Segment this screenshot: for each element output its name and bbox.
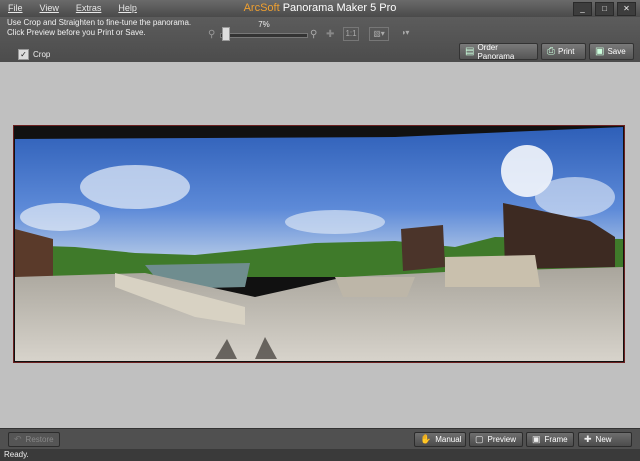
app-name: Panorama Maker 5 Pro bbox=[279, 2, 397, 14]
hand-icon: ✋ bbox=[420, 434, 432, 444]
maximize-button[interactable]: □ bbox=[595, 2, 614, 16]
print-label: Print bbox=[558, 47, 575, 56]
restore-label: Restore bbox=[25, 435, 54, 444]
order-icon: ▤ bbox=[465, 46, 475, 57]
cloud bbox=[80, 165, 190, 209]
crop-label: Crop bbox=[33, 50, 51, 59]
printer-icon: ⎙ bbox=[547, 46, 555, 57]
cloud bbox=[285, 210, 385, 234]
new-label: New bbox=[595, 435, 612, 444]
window-controls: _ □ ✕ bbox=[573, 2, 636, 16]
zoom-in-icon[interactable]: ⚲ bbox=[310, 29, 317, 40]
print-button[interactable]: ⎙ Print bbox=[541, 43, 586, 60]
cloud bbox=[535, 177, 615, 217]
brightness-icon[interactable]: ◑▾ bbox=[396, 27, 414, 39]
terrace-wall bbox=[445, 255, 540, 287]
zoom-slider-thumb[interactable] bbox=[222, 27, 230, 41]
save-button[interactable]: ▣ Save bbox=[589, 43, 634, 60]
zoom-percent: 7% bbox=[258, 20, 270, 29]
cloud bbox=[20, 203, 100, 231]
manual-button[interactable]: ✋ Manual bbox=[414, 432, 466, 447]
zoom-slider[interactable] bbox=[220, 33, 308, 38]
preview-label: Preview bbox=[487, 435, 516, 444]
fit-icon[interactable]: ✚ bbox=[326, 29, 334, 40]
actual-size-icon[interactable]: 1:1 bbox=[343, 27, 359, 41]
zoom-out-icon[interactable]: ⚲ bbox=[208, 29, 215, 40]
restore-button[interactable]: ↶ Restore bbox=[8, 432, 60, 447]
close-button[interactable]: ✕ bbox=[617, 2, 636, 16]
panorama-image[interactable] bbox=[15, 127, 623, 361]
instruction-text: Use Crop and Straighten to fine-tune the… bbox=[7, 18, 191, 38]
hint-line-2: Click Preview before you Print or Save. bbox=[7, 28, 146, 37]
crop-checkbox[interactable]: ✓ Crop bbox=[18, 49, 50, 60]
save-icon: ▣ bbox=[595, 46, 605, 57]
new-icon: ✚ bbox=[584, 434, 592, 444]
manual-label: Manual bbox=[435, 435, 462, 444]
save-label: Save bbox=[607, 47, 626, 56]
pavilion-center bbox=[401, 225, 445, 271]
app-title: ArcSoft Panorama Maker 5 Pro bbox=[0, 2, 640, 14]
frame-icon: ▣ bbox=[532, 434, 541, 444]
order-panorama-label: Order Panorama bbox=[477, 42, 515, 61]
status-bar: Ready. bbox=[0, 449, 640, 461]
new-button[interactable]: ✚ New bbox=[578, 432, 632, 447]
title-bar: File View Extras Help ArcSoft Panorama M… bbox=[0, 0, 640, 17]
preview-icon: ▢ bbox=[475, 434, 484, 444]
frame-label: Frame bbox=[544, 435, 568, 444]
order-panorama-button[interactable]: ▤ Order Panorama bbox=[459, 42, 538, 61]
crop-check-icon[interactable]: ✓ bbox=[18, 49, 29, 60]
app-brand: ArcSoft bbox=[243, 2, 280, 14]
preview-button[interactable]: ▢ Preview bbox=[469, 432, 523, 447]
restore-icon: ↶ bbox=[14, 434, 22, 444]
crop-tool-icon[interactable]: ▧▾ bbox=[369, 27, 389, 41]
frame-button[interactable]: ▣ Frame bbox=[526, 432, 574, 447]
bottom-bar: ↶ Restore ✋ Manual ▢ Preview ▣ Frame ✚ N… bbox=[0, 428, 640, 450]
status-text: Ready. bbox=[4, 450, 29, 459]
minimize-button[interactable]: _ bbox=[573, 2, 592, 16]
monument bbox=[335, 277, 415, 297]
hint-line-1: Use Crop and Straighten to fine-tune the… bbox=[7, 18, 192, 27]
